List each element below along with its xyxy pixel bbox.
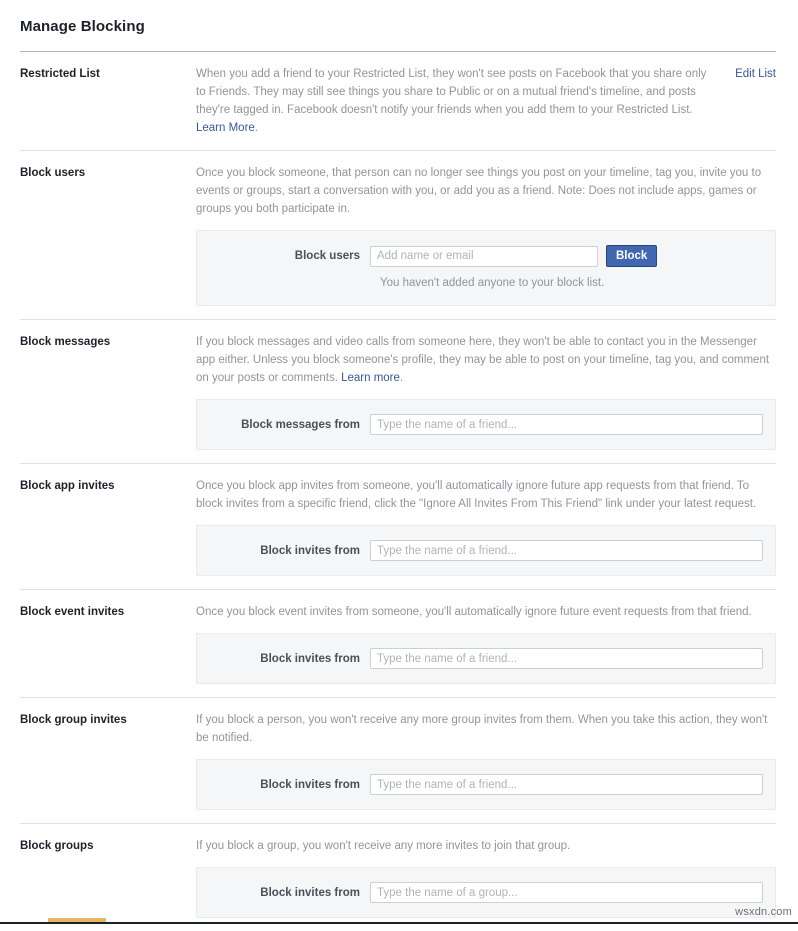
form-field-label: Block invites from <box>260 886 360 899</box>
section-description: If you block a person, you won't receive… <box>196 711 774 747</box>
section-body: If you block a group, you won't receive … <box>196 837 776 931</box>
form-control <box>370 648 763 669</box>
section-description: Once you block someone, that person can … <box>196 164 774 218</box>
manage-blocking-page: Manage Blocking Restricted List When you … <box>0 0 798 924</box>
settings-section: Block group invites If you block a person… <box>0 698 798 823</box>
form-row: Block invites from <box>197 882 763 903</box>
section-description: Once you block event invites from someon… <box>196 603 752 621</box>
section-label: Block event invites <box>20 606 125 618</box>
learn-more-link[interactable]: Learn more <box>341 372 400 384</box>
section-label: Block users <box>20 167 86 179</box>
section-description-row: Once you block app invites from someone,… <box>196 477 776 513</box>
form-control <box>370 414 763 435</box>
section-body: Once you block someone, that person can … <box>196 164 776 319</box>
form-control <box>370 774 763 795</box>
block-list-empty-note: You haven't added anyone to your block l… <box>380 277 605 289</box>
section-body: When you add a friend to your Restricted… <box>196 65 776 150</box>
section-body: If you block messages and video calls fr… <box>196 333 776 463</box>
form-field-label: Block invites from <box>260 544 360 557</box>
section-description: If you block a group, you won't receive … <box>196 837 570 855</box>
page-header: Manage Blocking <box>0 0 798 51</box>
form-panel: Block messages from <box>196 399 776 450</box>
section-description-row: Once you block event invites from someon… <box>196 603 776 621</box>
section-description-row: If you block messages and video calls fr… <box>196 333 776 387</box>
description-text: If you block a person, you won't receive… <box>196 714 768 744</box>
learn-more-link[interactable]: Learn More <box>196 122 255 134</box>
description-text: When you add a friend to your Restricted… <box>196 68 707 116</box>
block-target-input[interactable] <box>370 414 763 435</box>
section-description-row: When you add a friend to your Restricted… <box>196 65 776 137</box>
section-body: If you block a person, you won't receive… <box>196 711 776 823</box>
form-row: Block messages from <box>197 414 763 435</box>
section-description: When you add a friend to your Restricted… <box>196 65 717 137</box>
section-label: Block group invites <box>20 714 127 726</box>
form-panel: Block invites from <box>196 525 776 576</box>
form-control <box>370 540 763 561</box>
description-text: Once you block app invites from someone,… <box>196 480 757 510</box>
form-row: Block invites from <box>197 774 763 795</box>
form-row: Block invites from <box>197 648 763 669</box>
form-control <box>370 882 763 903</box>
description-text: Once you block event invites from someon… <box>196 606 752 618</box>
section-label: Block messages <box>20 336 111 348</box>
settings-section: Block users Once you block someone, that … <box>0 151 798 319</box>
section-label: Restricted List <box>20 68 100 80</box>
section-description-row: Once you block someone, that person can … <box>196 164 776 218</box>
watermark: wsxdn.com <box>735 906 792 918</box>
description-text: Once you block someone, that person can … <box>196 167 762 215</box>
section-description: Once you block app invites from someone,… <box>196 477 774 513</box>
section-description-row: If you block a person, you won't receive… <box>196 711 776 747</box>
description-text-tail: . <box>399 372 404 384</box>
edit-list-link[interactable]: Edit List <box>731 65 776 83</box>
settings-section: Block app invites Once you block app invi… <box>0 464 798 589</box>
section-label: Block groups <box>20 840 94 852</box>
description-text: If you block a group, you won't receive … <box>196 840 571 852</box>
form-row: Block invites from <box>197 540 763 561</box>
settings-section: Restricted List When you add a friend to … <box>0 52 798 150</box>
form-field-label: Block invites from <box>260 652 360 665</box>
form-panel: Block invites from <box>196 867 776 918</box>
form-control: Block <box>370 245 763 267</box>
page-title: Manage Blocking <box>20 18 145 35</box>
block-button[interactable]: Block <box>606 245 658 267</box>
settings-section: Block messages If you block messages and … <box>0 320 798 463</box>
section-body: Once you block app invites from someone,… <box>196 477 776 589</box>
block-target-input[interactable] <box>370 882 763 903</box>
section-label: Block app invites <box>20 480 115 492</box>
block-target-input[interactable] <box>370 648 763 669</box>
section-description-row: If you block a group, you won't receive … <box>196 837 776 855</box>
settings-section: Block event invites Once you block event … <box>0 590 798 697</box>
block-target-input[interactable] <box>370 245 598 267</box>
description-text-tail: . <box>254 122 259 134</box>
form-field-label: Block invites from <box>260 778 360 791</box>
section-description: If you block messages and video calls fr… <box>196 333 774 387</box>
settings-section-list: Restricted List When you add a friend to … <box>0 52 798 931</box>
form-panel: Block users BlockYou haven't added anyone… <box>196 230 776 306</box>
settings-section: Block groups If you block a group, you wo… <box>0 824 798 931</box>
section-body: Once you block event invites from someon… <box>196 603 776 697</box>
form-field-label: Block users <box>294 250 360 262</box>
description-text: If you block messages and video calls fr… <box>196 336 770 384</box>
form-field-label: Block messages from <box>241 418 360 431</box>
form-panel: Block invites from <box>196 633 776 684</box>
block-target-input[interactable] <box>370 774 763 795</box>
block-target-input[interactable] <box>370 540 763 561</box>
form-row: Block users Block <box>197 245 763 267</box>
form-panel: Block invites from <box>196 759 776 810</box>
